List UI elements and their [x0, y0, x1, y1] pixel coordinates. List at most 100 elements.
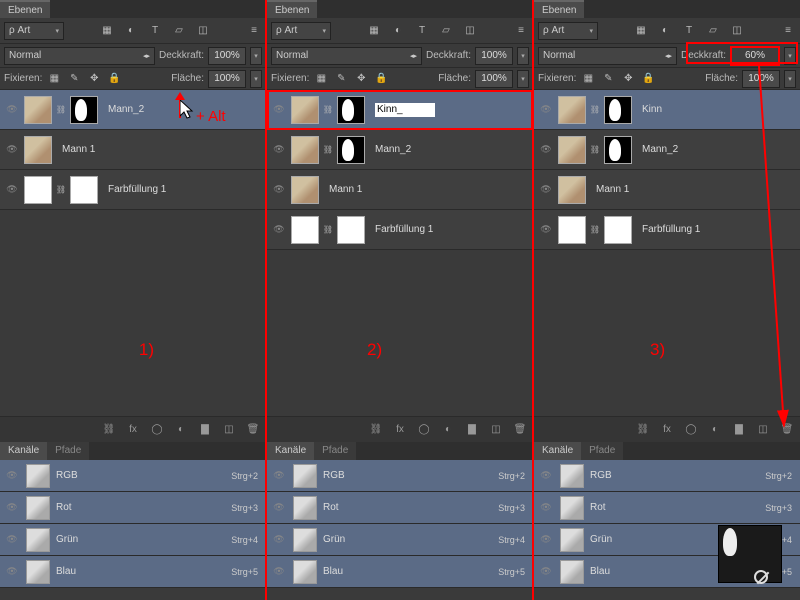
- mask-icon[interactable]: ◯: [684, 423, 698, 437]
- opacity-dropdown[interactable]: ▾: [784, 47, 796, 65]
- mask-link-icon[interactable]: ⛓: [323, 145, 333, 155]
- filter-shape-icon[interactable]: ▱: [438, 23, 454, 39]
- layer-row[interactable]: 👁 ⛓ Mann_2: [267, 130, 533, 170]
- adjustment-icon[interactable]: ◐: [441, 423, 455, 437]
- channel-row[interactable]: 👁RGBStrg+2: [0, 460, 266, 492]
- mask-thumb[interactable]: [604, 136, 632, 164]
- lock-move-icon[interactable]: ✥: [620, 71, 636, 87]
- channel-row[interactable]: 👁RotStrg+3: [267, 492, 533, 524]
- visibility-icon[interactable]: 👁: [538, 142, 554, 158]
- layer-row[interactable]: 👁 Mann 1: [267, 170, 533, 210]
- blend-mode-select[interactable]: Normal◂▸: [4, 47, 155, 65]
- opacity-value[interactable]: 60%: [730, 46, 780, 66]
- layer-name[interactable]: Farbfüllung 1: [108, 184, 166, 195]
- mask-icon[interactable]: ◯: [417, 423, 431, 437]
- mask-link-icon[interactable]: ⛓: [590, 225, 600, 235]
- lock-all-icon[interactable]: 🔒: [106, 71, 122, 87]
- opacity-dropdown[interactable]: ▾: [517, 47, 529, 65]
- visibility-icon[interactable]: 👁: [538, 182, 554, 198]
- visibility-icon[interactable]: 👁: [538, 222, 554, 238]
- visibility-icon[interactable]: 👁: [4, 102, 20, 118]
- channels-tab[interactable]: Kanäle: [534, 442, 581, 460]
- visibility-icon[interactable]: 👁: [4, 532, 20, 548]
- lock-trans-icon[interactable]: ▦: [46, 71, 62, 87]
- layers-tab[interactable]: Ebenen: [0, 0, 50, 18]
- trash-icon[interactable]: 🗑: [780, 423, 794, 437]
- layer-thumb[interactable]: [558, 216, 586, 244]
- fill-value[interactable]: 100%: [742, 70, 780, 88]
- layer-name[interactable]: Mann 1: [329, 184, 362, 195]
- new-layer-icon[interactable]: ◫: [756, 423, 770, 437]
- filter-adjust-icon[interactable]: ◐: [390, 23, 406, 39]
- layer-thumb[interactable]: [291, 216, 319, 244]
- lock-trans-icon[interactable]: ▦: [313, 71, 329, 87]
- channel-row[interactable]: 👁BlauStrg+5: [267, 556, 533, 588]
- filter-pixel-icon[interactable]: ▦: [633, 23, 649, 39]
- layer-row[interactable]: 👁 Mann 1: [0, 130, 266, 170]
- visibility-icon[interactable]: 👁: [4, 182, 20, 198]
- layer-thumb[interactable]: [558, 96, 586, 124]
- mask-thumb[interactable]: [337, 216, 365, 244]
- layer-row[interactable]: 👁 Mann 1: [534, 170, 800, 210]
- lock-move-icon[interactable]: ✥: [353, 71, 369, 87]
- fx-icon[interactable]: fx: [393, 423, 407, 437]
- adjustment-icon[interactable]: ◐: [174, 423, 188, 437]
- visibility-icon[interactable]: 👁: [271, 142, 287, 158]
- layer-row[interactable]: 👁 ⛓ Farbfüllung 1: [267, 210, 533, 250]
- blend-mode-select[interactable]: Normal◂▸: [538, 47, 677, 65]
- layer-thumb[interactable]: [291, 176, 319, 204]
- layers-tab[interactable]: Ebenen: [534, 0, 584, 18]
- layer-row[interactable]: 👁 ⛓ Kinn: [534, 90, 800, 130]
- mask-thumb[interactable]: [604, 216, 632, 244]
- layers-tab[interactable]: Ebenen: [267, 0, 317, 18]
- filter-smart-icon[interactable]: ◫: [729, 23, 745, 39]
- mask-thumb[interactable]: [70, 96, 98, 124]
- trash-icon[interactable]: 🗑: [246, 423, 260, 437]
- layer-name[interactable]: Kinn: [642, 104, 662, 115]
- fx-icon[interactable]: fx: [660, 423, 674, 437]
- layer-filter-select[interactable]: ρ Art▾: [4, 22, 64, 40]
- trash-icon[interactable]: 🗑: [513, 423, 527, 437]
- filter-type-icon[interactable]: T: [414, 23, 430, 39]
- layer-name[interactable]: Mann_2: [375, 144, 411, 155]
- group-icon[interactable]: ▇: [465, 423, 479, 437]
- filter-shape-icon[interactable]: ▱: [171, 23, 187, 39]
- layer-thumb[interactable]: [291, 136, 319, 164]
- filter-shape-icon[interactable]: ▱: [705, 23, 721, 39]
- layer-thumb[interactable]: [291, 96, 319, 124]
- visibility-icon[interactable]: 👁: [271, 222, 287, 238]
- layer-name[interactable]: Farbfüllung 1: [375, 224, 433, 235]
- mask-link-icon[interactable]: ⛓: [590, 105, 600, 115]
- layer-row[interactable]: 👁 ⛓ Farbfüllung 1: [534, 210, 800, 250]
- layer-name[interactable]: Mann 1: [62, 144, 95, 155]
- visibility-icon[interactable]: 👁: [4, 500, 20, 516]
- channel-row[interactable]: 👁RotStrg+3: [0, 492, 266, 524]
- layer-row[interactable]: 👁 ⛓ Farbfüllung 1: [0, 170, 266, 210]
- lock-move-icon[interactable]: ✥: [86, 71, 102, 87]
- lock-paint-icon[interactable]: ✎: [333, 71, 349, 87]
- lock-trans-icon[interactable]: ▦: [580, 71, 596, 87]
- layer-row[interactable]: 👁 ⛓ Mann_2: [534, 130, 800, 170]
- opacity-value[interactable]: 100%: [208, 47, 246, 65]
- visibility-icon[interactable]: 👁: [538, 468, 554, 484]
- layer-thumb[interactable]: [24, 96, 52, 124]
- layer-name[interactable]: Mann_2: [642, 144, 678, 155]
- adjustment-icon[interactable]: ◐: [708, 423, 722, 437]
- lock-all-icon[interactable]: 🔒: [373, 71, 389, 87]
- filter-pixel-icon[interactable]: ▦: [366, 23, 382, 39]
- link-layers-icon[interactable]: ⛓: [636, 423, 650, 437]
- mask-thumb[interactable]: [337, 96, 365, 124]
- channel-row[interactable]: 👁RotStrg+3: [534, 492, 800, 524]
- lock-paint-icon[interactable]: ✎: [66, 71, 82, 87]
- lock-all-icon[interactable]: 🔒: [640, 71, 656, 87]
- filter-adjust-icon[interactable]: ◐: [123, 23, 139, 39]
- layer-row[interactable]: 👁 ⛓: [267, 90, 533, 130]
- visibility-icon[interactable]: 👁: [4, 468, 20, 484]
- fill-dropdown[interactable]: ▾: [784, 70, 796, 88]
- fill-dropdown[interactable]: ▾: [250, 70, 262, 88]
- panel-menu-icon[interactable]: ≡: [513, 23, 529, 39]
- fill-dropdown[interactable]: ▾: [517, 70, 529, 88]
- visibility-icon[interactable]: 👁: [271, 468, 287, 484]
- layer-thumb[interactable]: [558, 176, 586, 204]
- opacity-dropdown[interactable]: ▾: [250, 47, 262, 65]
